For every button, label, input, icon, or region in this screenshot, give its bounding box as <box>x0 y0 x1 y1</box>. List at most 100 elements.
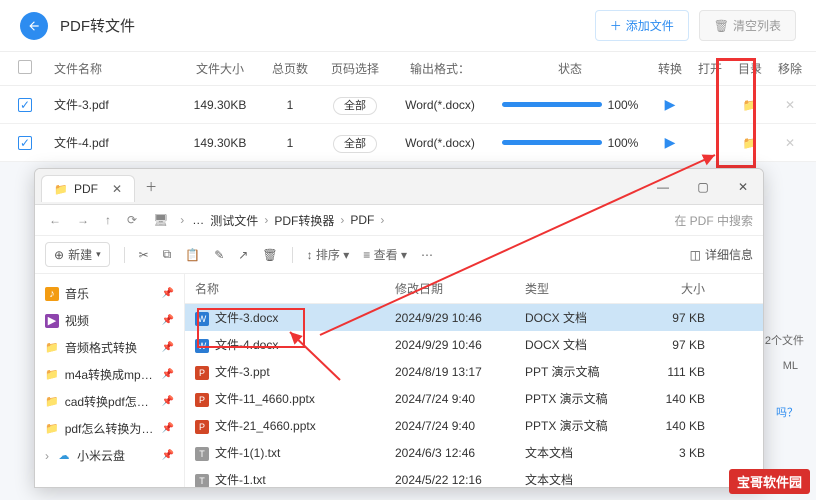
folder-icon: 📁 <box>45 368 59 382</box>
nav-back-button[interactable]: ← <box>45 211 65 229</box>
table-row[interactable]: ✓ 文件-4.pdf 149.30KB 1 全部 Word(*.docx) 10… <box>0 124 816 162</box>
col-pages[interactable]: 总页数 <box>260 60 320 77</box>
select-all-checkbox[interactable] <box>18 60 32 74</box>
row-checkbox[interactable]: ✓ <box>18 98 32 112</box>
open-folder-button[interactable]: 📁 <box>743 98 758 112</box>
col-name[interactable]: 文件名称 <box>50 60 180 77</box>
file-row[interactable]: W文件-3.docx 2024/9/29 10:46 DOCX 文档 97 KB <box>185 304 763 331</box>
file-row[interactable]: T文件-1(1).txt 2024/6/3 12:46 文本文档 3 KB <box>185 439 763 466</box>
col-sel[interactable]: 页码选择 <box>320 60 390 77</box>
pin-icon: 📌 <box>162 423 174 434</box>
page-title: PDF转文件 <box>60 15 135 36</box>
crumb-2[interactable]: PDF <box>350 213 374 227</box>
crumb-0[interactable]: 测试文件 <box>210 212 258 229</box>
explorer-tab[interactable]: 📁 PDF ✕ <box>41 175 135 202</box>
progress-bar <box>502 102 602 107</box>
sidebar-item[interactable]: 📁pdf怎么转换为word?📌 <box>35 415 184 442</box>
breadcrumb: … 测试文件› PDF转换器› PDF› <box>192 212 635 229</box>
file-row[interactable]: P文件-21_4660.pptx 2024/7/24 9:40 PPTX 演示文… <box>185 412 763 439</box>
share-icon[interactable]: ↗ <box>238 248 248 262</box>
remove-button[interactable]: ✕ <box>785 136 795 150</box>
folder-icon: 📁 <box>54 182 68 196</box>
plus-icon: ＋ <box>610 17 622 34</box>
remove-button[interactable]: ✕ <box>785 98 795 112</box>
bg-file-count: 2个文件 <box>765 332 804 348</box>
file-row[interactable]: T文件-1.txt 2024/5/22 12:16 文本文档 <box>185 466 763 487</box>
file-type-icon: P <box>195 420 209 434</box>
fl-col-date[interactable]: 修改日期 <box>395 280 525 297</box>
nav-refresh-button[interactable]: ⟳ <box>123 211 141 229</box>
folder-icon: 📁 <box>45 341 59 355</box>
pin-icon: 📌 <box>162 342 174 353</box>
pin-icon: 📌 <box>162 315 174 326</box>
rename-icon[interactable]: ✎ <box>214 248 224 262</box>
clear-list-button[interactable]: 🗑清空列表 <box>699 10 796 41</box>
nav-up-button[interactable]: ↑ <box>101 211 115 229</box>
paste-icon[interactable]: 📋 <box>185 248 200 262</box>
new-tab-button[interactable]: ＋ <box>145 178 157 195</box>
play-button[interactable]: ▶ <box>665 96 676 112</box>
play-button[interactable]: ▶ <box>665 134 676 150</box>
row-checkbox[interactable]: ✓ <box>18 136 32 150</box>
search-input[interactable]: 在 PDF 中搜索 <box>643 212 753 229</box>
sidebar-item[interactable]: ›☁小米云盘📌 <box>35 442 184 469</box>
explorer-toolbar: ⊕新建▾ ✂ ⧉ 📋 ✎ ↗ 🗑 ↕ 排序 ▾ ≡ 查看 ▾ ⋯ ◫详细信息 <box>35 236 763 274</box>
maximize-button[interactable]: ▢ <box>683 169 723 205</box>
sidebar-item[interactable]: ▶视频📌 <box>35 307 184 334</box>
row-filename: 文件-3.pdf <box>50 96 180 113</box>
nav-forward-button[interactable]: → <box>73 211 93 229</box>
arrow-left-icon <box>27 19 41 33</box>
open-folder-button[interactable]: 📁 <box>743 136 758 150</box>
file-table: 文件名称 文件大小 总页数 页码选择 输出格式： 状态 转换 打开 目录 移除 … <box>0 51 816 162</box>
file-type-icon: W <box>195 312 209 326</box>
pin-icon: 📌 <box>162 450 174 461</box>
col-status[interactable]: 状态 <box>490 60 650 77</box>
page-select-button[interactable]: 全部 <box>333 97 377 115</box>
col-convert: 转换 <box>650 60 690 77</box>
back-button[interactable] <box>20 12 48 40</box>
file-row[interactable]: P文件-11_4660.pptx 2024/7/24 9:40 PPTX 演示文… <box>185 385 763 412</box>
minimize-button[interactable]: ― <box>643 169 683 205</box>
tab-close-button[interactable]: ✕ <box>112 182 122 196</box>
add-file-button[interactable]: ＋添加文件 <box>595 10 689 41</box>
chevron-right-icon[interactable]: › <box>45 449 49 463</box>
fl-col-type[interactable]: 类型 <box>525 280 635 297</box>
folder-icon: 📁 <box>45 395 59 409</box>
crumb-more[interactable]: … <box>192 213 204 227</box>
pin-icon: 📌 <box>162 396 174 407</box>
explorer-sidebar: ♪音乐📌▶视频📌📁音频格式转换📌📁m4a转换成mp3格式怎么📌📁cad转换pdf… <box>35 274 185 487</box>
sidebar-item[interactable]: 📁cad转换pdf怎么转换，📌 <box>35 388 184 415</box>
file-row[interactable]: P文件-3.ppt 2024/8/19 13:17 PPT 演示文稿 111 K… <box>185 358 763 385</box>
bg-q: 吗？ <box>776 404 798 420</box>
file-explorer-window: 📁 PDF ✕ ＋ ― ▢ ✕ ← → ↑ ⟳ 🖥 › … 测试文件› PDF转… <box>34 168 764 488</box>
file-row[interactable]: W文件-4.docx 2024/9/29 10:46 DOCX 文档 97 KB <box>185 331 763 358</box>
monitor-icon[interactable]: 🖥 <box>149 211 172 229</box>
page-select-button[interactable]: 全部 <box>333 135 377 153</box>
row-filename: 文件-4.pdf <box>50 134 180 151</box>
more-button[interactable]: ⋯ <box>421 248 433 262</box>
video-icon: ▶ <box>45 314 59 328</box>
chevron-down-icon: ▾ <box>96 249 101 260</box>
watermark: 宝哥软件园 <box>729 469 810 494</box>
sidebar-item[interactable]: 📁m4a转换成mp3格式怎么📌 <box>35 361 184 388</box>
music-icon: ♪ <box>45 287 59 301</box>
col-size[interactable]: 文件大小 <box>180 60 260 77</box>
delete-icon[interactable]: 🗑 <box>262 248 277 262</box>
fl-col-name[interactable]: 名称 <box>195 280 395 297</box>
app-header: PDF转文件 ＋添加文件 🗑清空列表 <box>0 0 816 51</box>
sidebar-item[interactable]: 📁音频格式转换📌 <box>35 334 184 361</box>
new-button[interactable]: ⊕新建▾ <box>45 242 110 267</box>
table-row[interactable]: ✓ 文件-3.pdf 149.30KB 1 全部 Word(*.docx) 10… <box>0 86 816 124</box>
copy-icon[interactable]: ⧉ <box>163 247 172 262</box>
panel-icon: ◫ <box>690 248 701 262</box>
col-fmt[interactable]: 输出格式： <box>390 60 490 77</box>
cut-icon[interactable]: ✂ <box>139 248 149 262</box>
sidebar-item[interactable]: ♪音乐📌 <box>35 280 184 307</box>
sort-button[interactable]: ↕ 排序 ▾ <box>307 246 350 263</box>
details-button[interactable]: ◫详细信息 <box>690 246 753 263</box>
progress-bar <box>502 140 602 145</box>
fl-col-size[interactable]: 大小 <box>635 280 705 297</box>
view-button[interactable]: ≡ 查看 ▾ <box>363 246 407 263</box>
crumb-1[interactable]: PDF转换器 <box>274 212 334 229</box>
close-button[interactable]: ✕ <box>723 169 763 205</box>
